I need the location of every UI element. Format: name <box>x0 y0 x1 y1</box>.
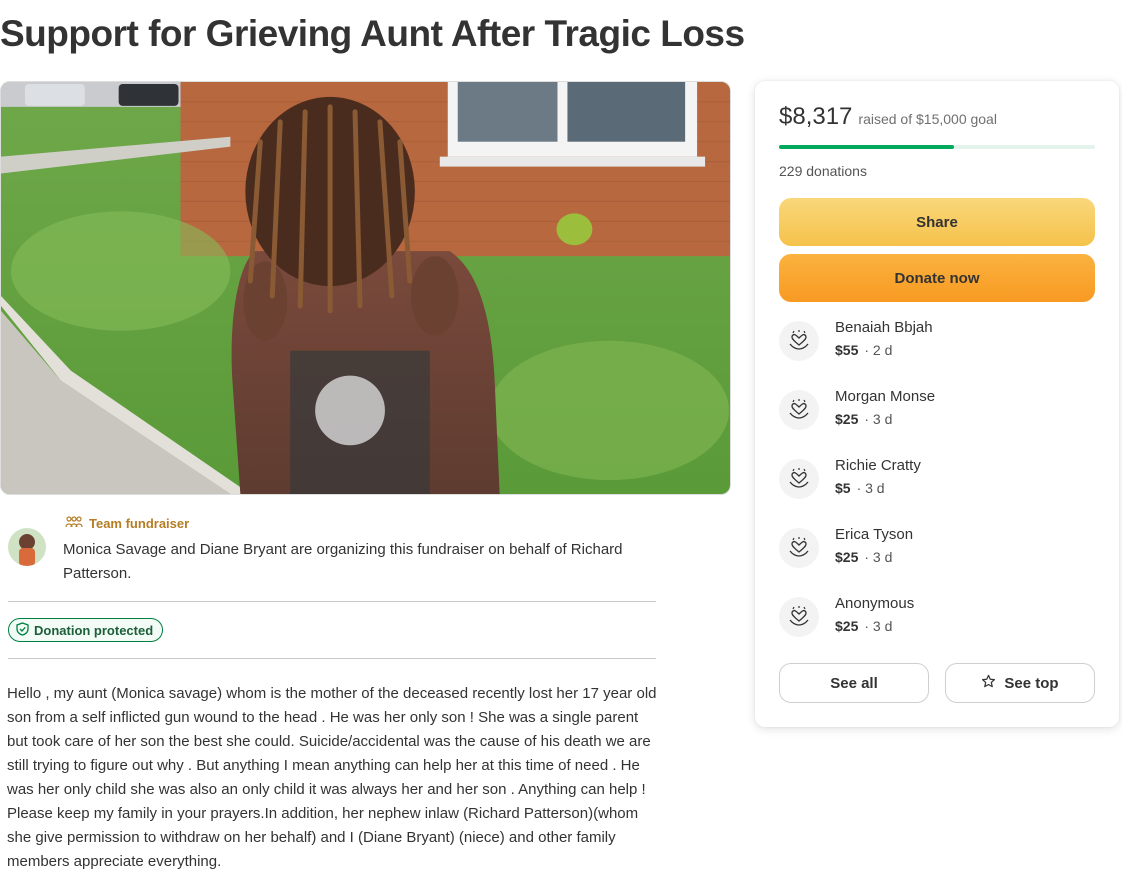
donor-name: Morgan Monse <box>835 388 936 405</box>
donor-time: · 3 d <box>864 411 893 427</box>
donor-item: Morgan Monse $25 · 3 d <box>779 388 1095 438</box>
donor-amount: $25 <box>835 411 859 427</box>
donation-protected-text: Donation protected <box>34 622 154 638</box>
raised-summary: $8,317 raised of $15,000 goal <box>779 103 997 131</box>
donor-meta: $5 · 3 d <box>835 480 885 496</box>
see-top-label: See top <box>1004 674 1059 692</box>
raised-amount: $8,317 <box>779 103 853 130</box>
donor-name: Benaiah Bbjah <box>835 319 933 336</box>
donor-meta: $25 · 3 d <box>835 411 892 427</box>
heart-hands-icon <box>779 597 819 637</box>
donor-item: Richie Cratty $5 · 3 d <box>779 457 1095 507</box>
organizer-description: Monica Savage and Diane Bryant are organ… <box>63 541 623 582</box>
donor-time: · 3 d <box>856 480 885 496</box>
donor-amount: $5 <box>835 480 851 496</box>
team-fundraiser-text: Team fundraiser <box>89 515 190 531</box>
donor-amount: $25 <box>835 618 859 634</box>
star-icon <box>981 674 996 693</box>
donor-time: · 3 d <box>864 549 893 565</box>
hero-photo-image <box>1 82 730 494</box>
shield-icon <box>16 621 29 639</box>
donor-meta: $25 · 3 d <box>835 549 892 565</box>
donor-item: Erica Tyson $25 · 3 d <box>779 526 1095 576</box>
donor-time: · 3 d <box>864 618 893 634</box>
see-all-button[interactable]: See all <box>779 663 929 703</box>
donor-item: Benaiah Bbjah $55 · 2 d <box>779 319 1095 369</box>
donation-card: $8,317 raised of $15,000 goal 229 donati… <box>755 81 1119 727</box>
heart-hands-icon <box>779 528 819 568</box>
donor-name: Richie Cratty <box>835 457 921 474</box>
donor-amount: $25 <box>835 549 859 565</box>
share-button[interactable]: Share <box>779 198 1095 246</box>
donor-time: · 2 d <box>864 342 893 358</box>
team-fundraiser-label: Team fundraiser <box>65 514 189 532</box>
fundraiser-hero-photo[interactable] <box>0 81 731 495</box>
donor-name: Erica Tyson <box>835 526 914 543</box>
donor-item: Anonymous $25 · 3 d <box>779 595 1095 645</box>
divider <box>8 601 656 602</box>
divider <box>8 658 656 659</box>
donor-name: Anonymous <box>835 595 915 612</box>
page-title: Support for Grieving Aunt After Tragic L… <box>0 13 745 54</box>
people-icon <box>65 515 83 531</box>
donation-count: 229 donations <box>779 163 867 179</box>
heart-hands-icon <box>779 321 819 361</box>
donor-meta: $55 · 2 d <box>835 342 892 358</box>
fundraiser-story: Hello , my aunt (Monica savage) whom is … <box>7 685 657 870</box>
donor-amount: $55 <box>835 342 859 358</box>
organizer-avatar[interactable] <box>8 528 46 566</box>
see-top-button[interactable]: See top <box>945 663 1095 703</box>
heart-hands-icon <box>779 390 819 430</box>
heart-hands-icon <box>779 459 819 499</box>
goal-text: raised of $15,000 goal <box>858 111 997 127</box>
progress-bar <box>779 145 1095 149</box>
donor-meta: $25 · 3 d <box>835 618 892 634</box>
progress-fill <box>779 145 955 149</box>
donate-now-button[interactable]: Donate now <box>779 254 1095 302</box>
donation-protected-badge[interactable]: Donation protected <box>8 618 164 642</box>
